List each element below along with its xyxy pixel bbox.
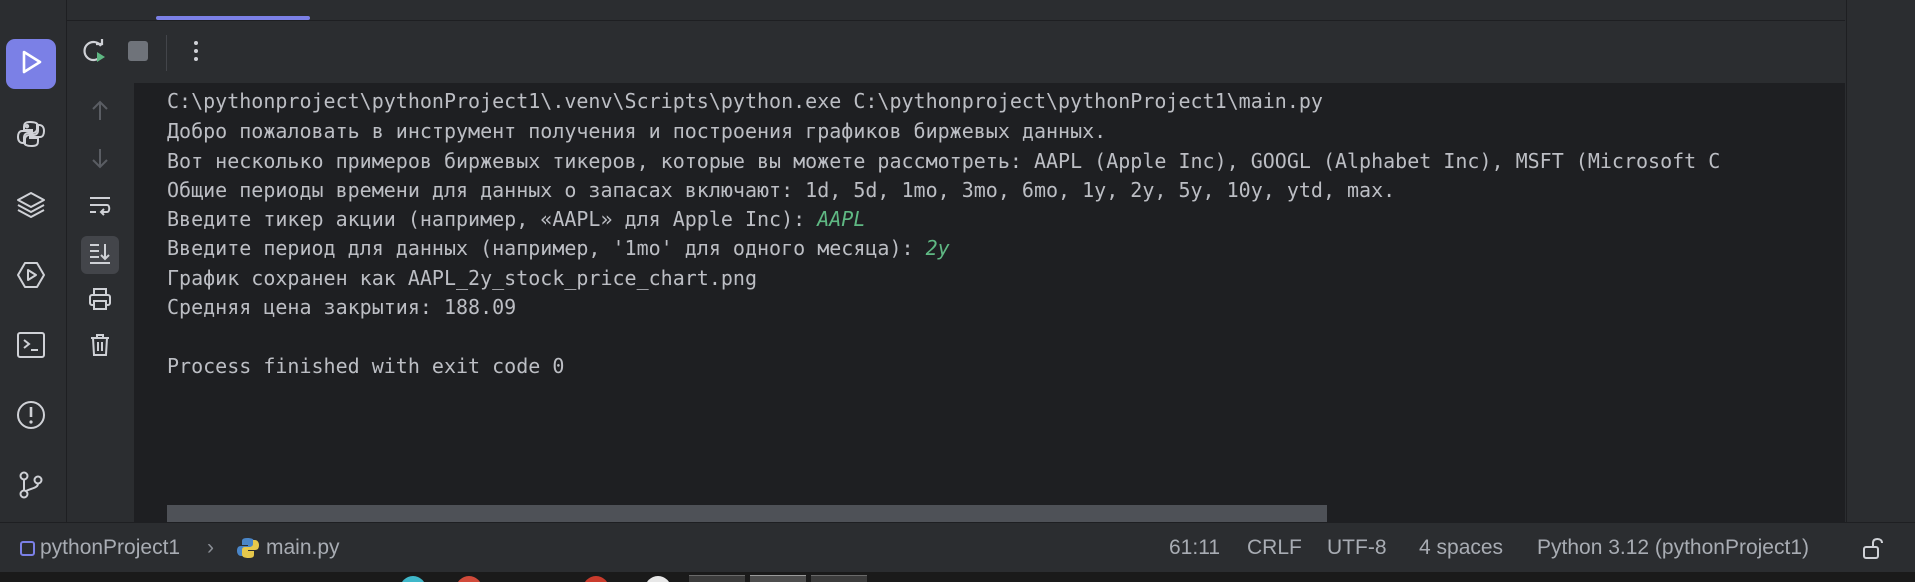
console-line: Вот несколько примеров биржевых тикеров,… [167, 149, 1721, 173]
console-side-toolbar [67, 83, 135, 522]
more-options-button[interactable] [178, 35, 214, 71]
terminal-tool-button[interactable] [6, 322, 56, 372]
stop-button[interactable] [120, 35, 156, 71]
scroll-to-end-button[interactable] [81, 236, 119, 274]
scroll-up-button[interactable] [81, 94, 119, 132]
taskbar-app-icon[interactable] [400, 576, 426, 582]
run-toolbar [67, 20, 1845, 84]
left-tool-strip [0, 0, 67, 522]
stop-icon [124, 37, 152, 69]
print-button[interactable] [81, 282, 119, 320]
soft-wrap-button[interactable] [81, 188, 119, 226]
file-name[interactable]: main.py [266, 536, 340, 559]
console-line: Общие периоды времени для данных о запас… [167, 178, 1396, 202]
indent-setting[interactable]: 4 spaces [1419, 536, 1503, 560]
caret-position[interactable]: 61:11 [1169, 536, 1220, 560]
lock-icon[interactable] [1861, 537, 1885, 567]
line-ending[interactable]: CRLF [1247, 536, 1302, 560]
python-console-icon [15, 118, 47, 154]
run-tool-button[interactable] [6, 39, 56, 89]
console-line: Введите тикер акции (например, «AAPL» дл… [167, 207, 865, 231]
scroll-to-end-icon [87, 240, 113, 270]
scroll-down-button[interactable] [81, 141, 119, 179]
user-input-period: 2y [925, 236, 950, 260]
layers-icon [15, 189, 47, 225]
ide-window: C:\pythonproject\pythonProject1\.venv\Sc… [0, 0, 1915, 582]
console-output[interactable]: C:\pythonproject\pythonProject1\.venv\Sc… [135, 83, 1845, 522]
taskbar-app-icon[interactable] [645, 576, 671, 582]
problems-tool-button[interactable] [6, 392, 56, 442]
trash-icon [87, 332, 113, 362]
chevron-right-icon: › [207, 536, 214, 559]
taskbar-app-icon[interactable] [811, 575, 867, 582]
services-tool-button[interactable] [6, 252, 56, 302]
problems-icon [15, 399, 47, 435]
python-interpreter[interactable]: Python 3.12 (pythonProject1) [1537, 536, 1809, 560]
run-icon [15, 46, 47, 82]
arrow-down-icon [87, 145, 113, 175]
os-taskbar [0, 572, 1915, 582]
clear-all-button[interactable] [81, 328, 119, 366]
taskbar-app-icon[interactable] [689, 575, 745, 582]
prompt-text: Введите период для данных (например, '1m… [167, 236, 926, 260]
console-line: Добро пожаловать в инструмент получения … [167, 119, 1107, 143]
taskbar-app-icon[interactable] [456, 576, 482, 582]
services-icon [15, 259, 47, 295]
console-line: График сохранен как AAPL_2y_stock_price_… [167, 266, 758, 290]
project-icon [20, 540, 35, 556]
more-vertical-icon [182, 37, 210, 69]
horizontal-scrollbar[interactable] [167, 505, 1327, 522]
console-line: Process finished with exit code 0 [167, 354, 565, 378]
layers-tool-button[interactable] [6, 182, 56, 232]
python-console-button[interactable] [6, 111, 56, 161]
file-encoding[interactable]: UTF-8 [1327, 536, 1387, 560]
console-line: C:\pythonproject\pythonProject1\.venv\Sc… [167, 89, 1323, 113]
taskbar-app-icon[interactable] [750, 575, 806, 582]
taskbar-app-icon[interactable] [583, 576, 609, 582]
arrow-up-icon [87, 98, 113, 128]
breadcrumb[interactable]: pythonProject1 [20, 536, 180, 560]
project-name[interactable]: pythonProject1 [40, 536, 180, 559]
status-bar: pythonProject1 › main.py 61:11 CRLF UTF-… [0, 522, 1915, 573]
print-icon [87, 286, 113, 316]
file-breadcrumb[interactable]: main.py [236, 536, 340, 560]
rerun-icon [80, 37, 108, 69]
soft-wrap-icon [87, 192, 113, 222]
toolbar-separator [166, 35, 167, 71]
console-line: Средняя цена закрытия: 188.09 [167, 295, 517, 319]
console-line: Введите период для данных (например, '1m… [167, 236, 950, 260]
python-file-icon [236, 536, 260, 560]
right-tool-strip [1846, 0, 1915, 522]
run-tool-header [67, 0, 1845, 20]
user-input-ticker: AAPL [817, 207, 866, 231]
git-tool-button[interactable] [6, 462, 56, 512]
prompt-text: Введите тикер акции (например, «AAPL» дл… [167, 207, 818, 231]
git-icon [15, 469, 47, 505]
rerun-button[interactable] [76, 35, 112, 71]
terminal-icon [15, 329, 47, 365]
